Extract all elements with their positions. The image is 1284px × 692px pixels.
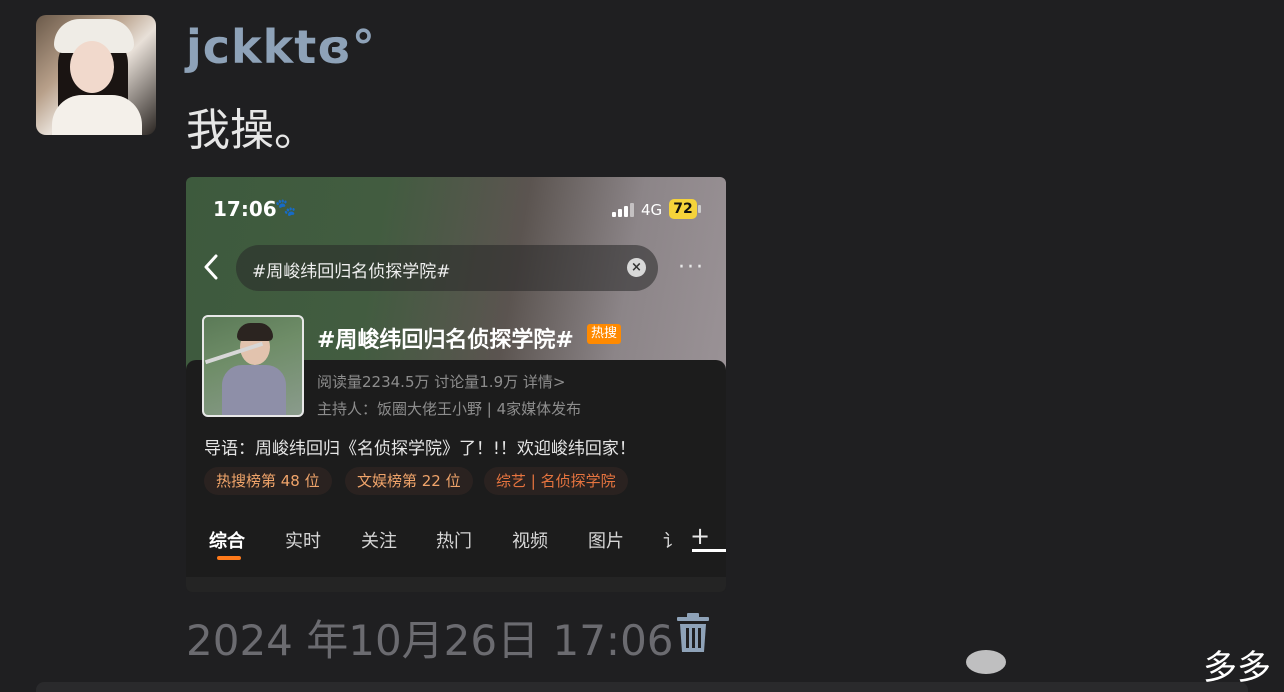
topic-tabs: 综合 实时 关注 热门 视频 图片 讠 <box>186 517 726 567</box>
back-icon[interactable] <box>202 253 220 287</box>
battery-tip <box>698 205 701 213</box>
tab-hot[interactable]: 热门 <box>436 527 472 553</box>
hot-badge: 热搜 <box>587 324 622 344</box>
tab-realtime[interactable]: 实时 <box>285 527 321 553</box>
tag-variety[interactable]: 综艺 | 名侦探学院 <box>484 467 628 495</box>
watermark-logo <box>966 650 1006 674</box>
topic-host: 主持人：饭圈大佬王小野 | 4家媒体发布 <box>317 400 582 418</box>
tag-entertainment-rank[interactable]: 文娱榜第 22 位 <box>345 467 473 495</box>
add-tab-underline <box>692 549 726 552</box>
tab-images[interactable]: 图片 <box>588 527 624 553</box>
thumbnail-person-body <box>222 365 286 415</box>
status-time: 17:06 <box>213 197 277 221</box>
battery-level: 72 <box>669 199 697 219</box>
post-timestamp: 2024 年10月26日 17:06 <box>186 616 674 665</box>
message-text: 我操。 <box>186 105 318 156</box>
screenshot-bottom-strip <box>186 577 726 592</box>
clear-icon[interactable]: × <box>627 258 646 277</box>
username[interactable]: jckktɞ° <box>186 20 376 74</box>
signal-icon <box>612 203 634 217</box>
next-post-edge <box>36 682 1248 692</box>
avatar-body <box>52 95 142 135</box>
tab-partial[interactable]: 讠 <box>663 527 681 553</box>
topic-title: #周峻纬回归名侦探学院# <box>317 328 574 353</box>
topic-thumbnail[interactable] <box>202 315 304 417</box>
avatar-face <box>70 41 114 93</box>
search-query: #周峻纬回归名侦探学院# <box>252 262 451 282</box>
tab-video[interactable]: 视频 <box>512 527 548 553</box>
more-icon[interactable]: ··· <box>678 255 705 280</box>
thumbnail-person-hair <box>237 323 273 341</box>
paw-icon: 🐾 <box>275 198 297 218</box>
active-tab-indicator <box>217 556 241 560</box>
topic-stats[interactable]: 阅读量2234.5万 讨论量1.9万 详情> <box>317 371 565 392</box>
attached-screenshot[interactable]: 17:06 🐾 4G 72 #周峻纬回归名侦探学院# × ··· #周峻纬回归名… <box>186 177 726 592</box>
search-bar[interactable]: #周峻纬回归名侦探学院# × <box>236 245 658 291</box>
user-avatar[interactable] <box>36 15 156 135</box>
tab-following[interactable]: 关注 <box>361 527 397 553</box>
tag-hot-rank[interactable]: 热搜榜第 48 位 <box>204 467 332 495</box>
add-tab-icon[interactable]: + <box>690 522 710 550</box>
topic-intro: 导语：周峻纬回归《名侦探学院》了！!！欢迎峻纬回家！ <box>204 439 636 459</box>
network-label: 4G <box>641 201 663 219</box>
trash-icon[interactable] <box>675 612 711 654</box>
tab-comprehensive[interactable]: 综合 <box>209 527 245 553</box>
